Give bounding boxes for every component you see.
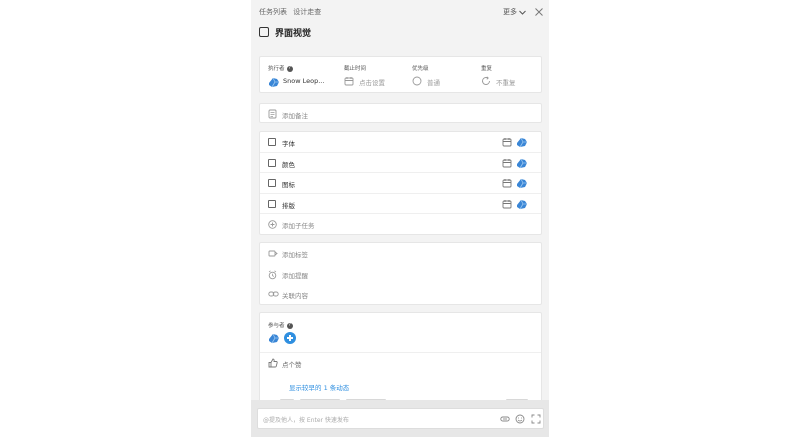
participants-label-wrap: 参与者? <box>268 321 293 329</box>
repeat-value: 不重复 <box>496 79 516 87</box>
divider <box>260 352 541 353</box>
calendar-icon[interactable] <box>502 158 512 168</box>
note-placeholder: 添加备注 <box>282 112 308 120</box>
repeat-field[interactable]: 重复 不重复 <box>481 64 516 87</box>
chevron-down-icon <box>519 10 527 15</box>
assignee-label: 执行者 <box>268 66 285 72</box>
subtask-checkbox[interactable] <box>268 138 276 146</box>
show-older-activity-link[interactable]: 显示较早的 1 条动态 <box>289 382 349 392</box>
priority-label: 优先级 <box>412 66 429 72</box>
subtasks-card: 字体 颜色 图标 排版 添加子任务 <box>259 131 542 235</box>
more-menu-button[interactable]: 更多 <box>503 7 527 17</box>
task-complete-checkbox[interactable] <box>259 27 269 37</box>
assignee-avatar-icon[interactable] <box>516 177 528 189</box>
add-subtask-label: 添加子任务 <box>282 222 315 230</box>
breadcrumb: 任务列表 设计走查 <box>259 7 321 17</box>
help-icon[interactable]: ? <box>286 322 293 329</box>
participants-card: 参与者? 点个赞 显示较早的 1 条动态 <box>259 312 542 402</box>
add-circle-icon <box>268 220 277 229</box>
more-label: 更多 <box>503 8 517 16</box>
link-content-button[interactable]: 关联内容 <box>260 284 541 305</box>
repeat-icon <box>482 76 490 85</box>
calendar-icon[interactable] <box>502 178 512 188</box>
priority-value: 普通 <box>427 79 440 87</box>
help-icon[interactable]: ? <box>286 65 293 72</box>
subtask-label[interactable]: 图标 <box>282 179 295 189</box>
emoji-icon[interactable] <box>515 414 525 424</box>
calendar-icon <box>344 77 354 86</box>
priority-field[interactable]: 优先级 普通 <box>412 64 440 87</box>
assignee-name: Snow Leop... <box>283 77 325 85</box>
subtask-label[interactable]: 字体 <box>282 138 295 148</box>
task-detail-panel: 任务列表 设计走查 更多 界面视觉 执行者? Snow Leop... 截止时间… <box>251 0 549 437</box>
subtask-row[interactable]: 颜色 <box>260 153 541 173</box>
deadline-label: 截止时间 <box>344 66 367 72</box>
comment-composer: @提及他人，按 Enter 快速发布 <box>251 400 549 437</box>
note-card[interactable]: 添加备注 <box>259 103 542 123</box>
calendar-icon[interactable] <box>502 199 512 209</box>
subtask-row[interactable]: 排版 <box>260 194 541 214</box>
add-subtask-button[interactable]: 添加子任务 <box>260 214 541 234</box>
task-meta-card: 执行者? Snow Leop... 截止时间 点击设置 优先级 普通 重复 不重… <box>259 56 542 93</box>
comment-input[interactable]: @提及他人，按 Enter 快速发布 <box>257 408 544 429</box>
subtask-checkbox[interactable] <box>268 179 276 187</box>
alarm-icon <box>268 269 277 279</box>
add-reminder-label: 添加提醒 <box>282 271 308 280</box>
participant-avatar-icon[interactable] <box>268 332 280 344</box>
assignee-avatar-icon[interactable] <box>516 157 528 169</box>
subtask-label[interactable]: 颜色 <box>282 159 295 169</box>
subtask-label[interactable]: 排版 <box>282 200 295 210</box>
add-tag-button[interactable]: 添加标签 <box>260 243 541 264</box>
link-content-label: 关联内容 <box>282 292 308 300</box>
subtask-checkbox[interactable] <box>268 158 276 167</box>
deadline-field[interactable]: 截止时间 点击设置 <box>344 64 385 87</box>
tag-icon <box>268 250 278 257</box>
assignee-field[interactable]: 执行者? Snow Leop... <box>268 64 324 88</box>
subtask-row[interactable]: 字体 <box>260 132 541 153</box>
breadcrumb-parent[interactable]: 任务列表 <box>259 8 287 16</box>
assignee-avatar-icon[interactable] <box>516 136 528 148</box>
panel-header: 任务列表 设计走查 更多 <box>251 0 549 24</box>
attach-icon[interactable] <box>500 414 510 424</box>
comment-placeholder: @提及他人，按 Enter 快速发布 <box>263 417 349 424</box>
priority-circle-icon <box>412 76 422 86</box>
repeat-label: 重复 <box>481 66 493 72</box>
add-reminder-button[interactable]: 添加提醒 <box>260 264 541 285</box>
note-icon <box>268 109 277 119</box>
subtask-row[interactable]: 图标 <box>260 173 541 194</box>
fullscreen-icon[interactable] <box>531 414 541 424</box>
like-label: 点个赞 <box>282 361 302 369</box>
thumbs-up-icon <box>268 358 278 368</box>
close-icon[interactable] <box>535 8 543 16</box>
snow-leopard-avatar-icon <box>269 77 279 88</box>
link-icon <box>268 291 279 297</box>
calendar-icon[interactable] <box>502 137 512 147</box>
extras-card: 添加标签 添加提醒 关联内容 <box>259 242 542 305</box>
deadline-value: 点击设置 <box>359 79 385 87</box>
subtask-checkbox[interactable] <box>268 199 276 208</box>
assignee-label-wrap: 执行者? <box>268 64 293 72</box>
task-title[interactable]: 界面视觉 <box>275 26 311 39</box>
participants-label: 参与者 <box>268 323 285 329</box>
add-participant-icon[interactable] <box>284 332 296 344</box>
assignee-avatar-icon[interactable] <box>516 198 528 210</box>
breadcrumb-current[interactable]: 设计走查 <box>293 8 321 16</box>
add-tag-label: 添加标签 <box>282 251 308 259</box>
